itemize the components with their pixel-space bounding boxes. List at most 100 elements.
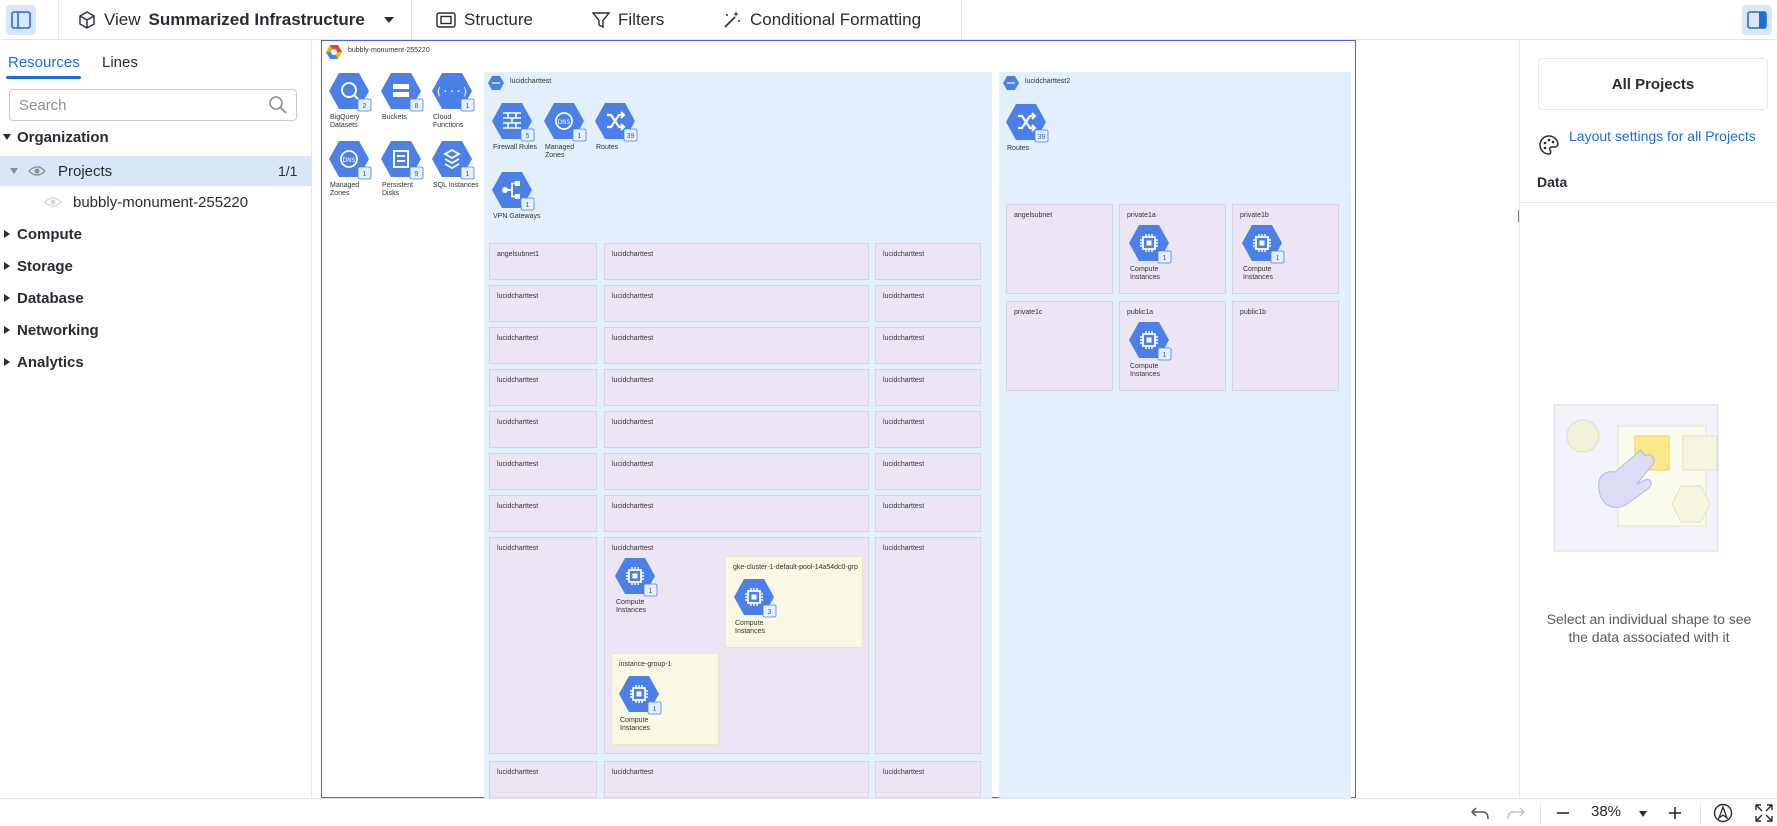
view-selector[interactable]: View Summarized Infrastructure [78, 0, 395, 40]
project-resource[interactable]: 8 Buckets [376, 71, 430, 122]
subnet[interactable]: lucidcharttest [604, 761, 869, 798]
compute-instances[interactable]: 1 Compute Instances [610, 556, 664, 615]
caret-right-icon[interactable] [2, 325, 12, 335]
tree-item-label: Compute [17, 225, 82, 243]
subnet[interactable]: lucidcharttest [604, 285, 869, 322]
tree-item-project[interactable]: bubbly-monument-255220 [0, 187, 311, 217]
subnet[interactable]: lucidcharttest [604, 411, 869, 448]
subnet[interactable]: lucidcharttest 1 Compute Instances gke-clus… [604, 537, 869, 754]
compute-instances[interactable]: 1 Compute Instances [1237, 223, 1291, 282]
subnet[interactable]: lucidcharttest [875, 369, 981, 406]
eye-icon[interactable] [28, 165, 46, 177]
subnet[interactable]: lucidcharttest [875, 243, 981, 280]
fullscreen-icon[interactable] [1754, 803, 1774, 823]
tree-item-networking[interactable]: Networking [0, 315, 311, 345]
subnet[interactable]: private1c [1006, 301, 1113, 391]
caret-right-icon[interactable] [2, 293, 12, 303]
caret-down-icon[interactable] [2, 132, 12, 142]
panel-left-icon [11, 11, 31, 29]
tree-item-projects[interactable]: Projects 1/1 [0, 156, 311, 186]
eye-icon[interactable] [44, 196, 62, 208]
filters-button[interactable]: Filters [592, 0, 664, 40]
vpc-resource[interactable]: DNS 1 Managed Zones [539, 101, 593, 160]
subnet[interactable]: public1b [1232, 301, 1339, 391]
compute-instances[interactable]: 1 Compute Instances [1124, 223, 1178, 282]
subnet[interactable]: public1a 1 Compute Instances [1119, 301, 1226, 391]
subnet[interactable]: lucidcharttest [875, 761, 981, 798]
tree-item-analytics[interactable]: Analytics [0, 347, 311, 377]
project-container[interactable]: bubbly-monument-255220 2 BigQuery Dataset… [321, 40, 1356, 798]
subnet[interactable]: lucidcharttest [875, 495, 981, 532]
vpc-resource[interactable]: 1 VPN Gateways [487, 170, 541, 221]
project-resource[interactable]: 1 SQL Instances [427, 139, 481, 190]
instance-group[interactable]: instance-group-1 1 Compute Instances [611, 653, 719, 745]
subnet[interactable]: lucidcharttest [604, 495, 869, 532]
tree-item-storage[interactable]: Storage [0, 251, 311, 281]
subnet[interactable]: lucidcharttest [604, 243, 869, 280]
subnet[interactable]: lucidcharttest [489, 285, 597, 322]
subnet[interactable]: lucidcharttest [489, 369, 597, 406]
subnet[interactable]: lucidcharttest [604, 453, 869, 490]
vpc-resource[interactable]: 5 Firewall Rules [487, 101, 541, 152]
subnet[interactable]: lucidcharttest [875, 411, 981, 448]
vpc-resource[interactable]: 39 Routes [590, 101, 644, 152]
subnet[interactable]: angelsubnet1 [489, 243, 597, 280]
vpc-lucidcharttest[interactable]: lucidcharttest 5 Firewall Rules DNS 1 Manage… [484, 72, 992, 798]
zoom-level[interactable]: 38% [1591, 803, 1621, 820]
subnet[interactable]: lucidcharttest [604, 327, 869, 364]
compute-instances[interactable]: 3 Compute Instances [729, 577, 783, 636]
subnet-label: lucidcharttest [883, 251, 925, 258]
subnet[interactable]: lucidcharttest [875, 453, 981, 490]
caret-right-icon[interactable] [2, 229, 12, 239]
project-resource[interactable]: 9 Persistent Disks [376, 139, 430, 198]
all-projects-button[interactable]: All Projects [1538, 58, 1768, 110]
redo-icon[interactable] [1506, 805, 1526, 821]
project-resource[interactable]: (···) 1 Cloud Functions [427, 71, 481, 130]
subnet-label: lucidcharttest [612, 769, 654, 776]
subnet[interactable]: lucidcharttest [489, 327, 597, 364]
zoom-out-icon[interactable] [1555, 805, 1571, 821]
compute-instances[interactable]: 1 Compute Instances [614, 674, 668, 733]
structure-button[interactable]: Structure [436, 0, 533, 40]
subnet[interactable]: lucidcharttest [875, 327, 981, 364]
subnet[interactable]: lucidcharttest [875, 537, 981, 754]
caret-down-icon[interactable] [383, 15, 395, 25]
tree-item-compute[interactable]: Compute [0, 219, 311, 249]
subnet[interactable]: private1b 1 Compute Instances [1232, 204, 1339, 294]
subnet[interactable]: lucidcharttest [489, 537, 597, 754]
search-icon[interactable] [268, 95, 288, 115]
toggle-left-panel-button[interactable] [6, 5, 36, 35]
caret-right-icon[interactable] [2, 261, 12, 271]
compute-instances[interactable]: 1 Compute Instances [1124, 320, 1178, 379]
caret-right-icon[interactable] [2, 357, 12, 367]
subnet[interactable]: lucidcharttest [489, 495, 597, 532]
subnet[interactable]: lucidcharttest [875, 285, 981, 322]
toggle-right-panel-button[interactable] [1742, 5, 1772, 35]
conditional-formatting-button[interactable]: Conditional Formatting [722, 0, 921, 40]
subnet[interactable]: private1a 1 Compute Instances [1119, 204, 1226, 294]
navigate-icon[interactable] [1713, 803, 1733, 823]
project-resource[interactable]: 2 BigQuery Datasets [324, 71, 378, 130]
diagram-canvas[interactable]: bubbly-monument-255220 2 BigQuery Dataset… [313, 40, 1519, 798]
layout-settings-link[interactable]: Layout settings for all Projects [1569, 128, 1759, 145]
undo-icon[interactable] [1470, 805, 1490, 821]
subnet[interactable]: angelsubnet [1006, 204, 1113, 294]
caret-down-icon[interactable] [1638, 810, 1648, 818]
tab-lines[interactable]: Lines [102, 54, 138, 71]
subnet[interactable]: lucidcharttest [489, 453, 597, 490]
subnet[interactable]: lucidcharttest [604, 369, 869, 406]
vpc-lucidcharttest2[interactable]: lucidcharttest2 39 Routes angelsubnet priva… [999, 72, 1351, 798]
search-input[interactable]: Search [9, 89, 297, 121]
tab-resources[interactable]: Resources [8, 54, 80, 71]
subnet[interactable]: lucidcharttest [489, 761, 597, 798]
vpc-resource[interactable]: 39 Routes [1001, 102, 1055, 153]
instance-group[interactable]: gke-cluster-1-default-pool-14a54dc0-grp 3… [725, 556, 863, 648]
subnet[interactable]: lucidcharttest [489, 411, 597, 448]
tree-item-database[interactable]: Database [0, 283, 311, 313]
zoom-in-icon[interactable] [1667, 805, 1683, 821]
tree-item-organization[interactable]: Organization [0, 122, 311, 152]
tree-item-label: Organization [17, 128, 109, 146]
project-resource[interactable]: DNS 1 Managed Zones [324, 139, 378, 198]
resources-panel: Resources Lines Search Organization Proj… [0, 40, 312, 798]
caret-down-icon[interactable] [9, 166, 19, 176]
